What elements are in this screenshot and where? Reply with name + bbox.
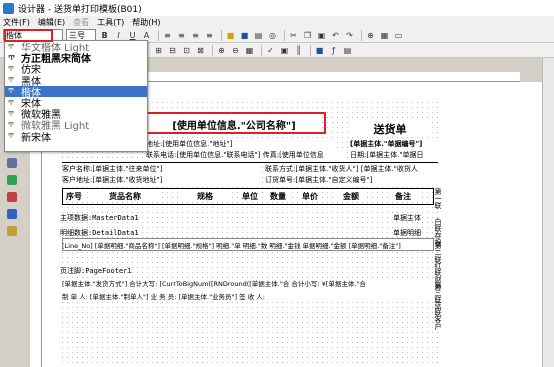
doc-title[interactable]: 送货单	[350, 121, 430, 136]
font-dropdown-list: Ͳ 华文楷体 Light Ͳ 方正粗黑宋简体 Ͳ 仿宋 Ͳ 黑体 Ͳ 楷体 Ͳ 宋体 Ͳ 微软…	[4, 40, 148, 152]
band-icon[interactable]: ▭	[393, 30, 404, 41]
copy-label-6: 蓝联客户	[434, 302, 442, 330]
redo-icon[interactable]: ↷	[344, 30, 355, 41]
table-icon[interactable]: ▤	[342, 45, 353, 56]
address-field[interactable]: 地址:[使用单位信息."地址"]	[146, 139, 336, 148]
vertical-scrollbar[interactable]	[542, 58, 554, 367]
grid-icon[interactable]: ▦	[379, 30, 390, 41]
window-title: 设计器 - 送货单打印模板(B01)	[18, 4, 142, 15]
col-header-spec: 规格	[180, 191, 230, 202]
font-color-icon[interactable]: A	[141, 30, 152, 41]
date-field[interactable]: 日期:[单据主体."单据日	[350, 150, 440, 159]
col-header-amount: 金额	[336, 191, 366, 202]
preview-icon[interactable]: ◎	[267, 30, 278, 41]
menu-view[interactable]: 查看	[73, 17, 89, 28]
customer-address-field[interactable]: 客户地址:[单据主体."收货地址"]	[62, 175, 262, 184]
copy-label-5: 第三联	[434, 282, 442, 303]
title-bar: 设计器 - 送货单打印模板(B01)	[0, 0, 554, 16]
divider	[62, 162, 438, 163]
contact-field[interactable]: 联系电话:[使用单位信息."联系电话"] 传真:[使用单位信息	[146, 150, 346, 159]
menu-bar: 文件(F) 编辑(E) 查看 工具(T) 帮助(H)	[0, 16, 554, 28]
order-ref-field[interactable]: 订货单号:[单据主体."自定义编号"]	[265, 175, 440, 184]
font-type-icon: Ͳ	[8, 64, 15, 73]
font-type-icon: Ͳ	[8, 53, 16, 62]
check-icon[interactable]: ✓	[265, 45, 276, 56]
detail-band-source: 单据明细	[393, 229, 421, 237]
master-band-source: 单据主体	[393, 214, 421, 222]
font-type-icon: Ͳ	[8, 42, 15, 51]
bold-button[interactable]: B	[99, 30, 110, 41]
image-tool-icon[interactable]	[7, 209, 17, 219]
detail-band-label[interactable]: 明细数据:DetailData1	[60, 228, 260, 238]
insert-tool-icon[interactable]: ⊕	[216, 45, 227, 56]
menu-tools[interactable]: 工具(T)	[97, 17, 124, 28]
font-type-icon: Ͳ	[8, 109, 15, 118]
align-left-icon[interactable]: ≡	[162, 30, 173, 41]
shape-tool-icon[interactable]	[7, 192, 17, 202]
image-icon[interactable]: ▣	[279, 45, 290, 56]
pointer-tool-icon[interactable]	[7, 158, 17, 168]
col-header-seq: 序号	[64, 191, 84, 202]
font-type-icon: Ͳ	[8, 132, 15, 141]
delete-tool-icon[interactable]: ⊖	[230, 45, 241, 56]
copy-icon[interactable]: ❐	[302, 30, 313, 41]
font-type-icon: Ͳ	[8, 87, 15, 96]
col-header-name: 货品名称	[90, 191, 160, 202]
menu-help[interactable]: 帮助(H)	[132, 17, 160, 28]
grid-tool-icon[interactable]: ▦	[244, 45, 255, 56]
footer-row-2[interactable]: 制 单 人: [单据主体."制单人"] 业 务 员: [单据主体."业务员"] …	[62, 291, 438, 301]
size-tool-icon[interactable]: ⊡	[181, 45, 192, 56]
right-panel	[442, 82, 542, 367]
font-type-icon: Ͳ	[8, 98, 15, 107]
barcode-icon[interactable]: ║	[293, 45, 304, 56]
copy-label-1: 第一联	[434, 188, 442, 209]
col-header-remark: 备注	[388, 191, 418, 202]
menu-edit[interactable]: 编辑(E)	[38, 17, 65, 28]
undo-icon[interactable]: ↶	[330, 30, 341, 41]
func-icon[interactable]: ƒ	[328, 45, 339, 56]
font-type-icon: Ͳ	[8, 120, 15, 129]
font-type-icon: Ͳ	[8, 76, 15, 85]
footer-band-label[interactable]: 页注脚:PageFooter1	[60, 266, 260, 276]
order-no-field[interactable]: [单据主体."单据编号"]	[350, 139, 440, 148]
align-center-icon[interactable]: ≡	[176, 30, 187, 41]
italic-button[interactable]: I	[113, 30, 124, 41]
chart-icon[interactable]: ■	[314, 45, 325, 56]
col-header-price: 单价	[298, 191, 322, 202]
print-icon[interactable]: ▤	[253, 30, 264, 41]
app-icon	[3, 2, 14, 14]
customer-name-field[interactable]: 客户名称:[单据主体."往来单位"]	[62, 164, 262, 173]
master-band-label[interactable]: 主项数据:MasterData1	[60, 213, 260, 223]
save-icon[interactable]: ■	[239, 30, 250, 41]
align-tool-icon[interactable]: ⊞	[153, 45, 164, 56]
footer-row-1[interactable]: [单据主体."发货方式"] 合计大写: [CurrToBigNum([RNDro…	[62, 278, 438, 288]
barcode-tool-icon[interactable]	[7, 226, 17, 236]
underline-button[interactable]: U	[127, 30, 138, 41]
horizontal-ruler	[135, 72, 520, 82]
copy-label-3: 第二联	[434, 242, 442, 263]
col-header-unit: 单位	[238, 191, 262, 202]
contact-method-field[interactable]: 联系方式:[单据主体."收货人"] [单据主体."收货人	[265, 164, 440, 173]
paste-icon[interactable]: ▣	[316, 30, 327, 41]
text-tool-icon[interactable]	[7, 175, 17, 185]
font-option-label: 新宋体	[21, 132, 51, 144]
highlight-font-select	[4, 29, 53, 42]
open-icon[interactable]: ■	[225, 30, 236, 41]
col-header-qty: 数量	[266, 191, 290, 202]
zoom-icon[interactable]: ⊕	[365, 30, 376, 41]
menu-file[interactable]: 文件(F)	[3, 17, 30, 28]
cut-icon[interactable]: ✂	[288, 30, 299, 41]
align-justify-icon[interactable]: ≡	[204, 30, 215, 41]
space-tool-icon[interactable]: ⊟	[167, 45, 178, 56]
highlight-company-field	[140, 112, 326, 134]
align-right-icon[interactable]: ≡	[190, 30, 201, 41]
detail-row-border	[62, 238, 434, 251]
order-tool-icon[interactable]: ⊠	[195, 45, 206, 56]
